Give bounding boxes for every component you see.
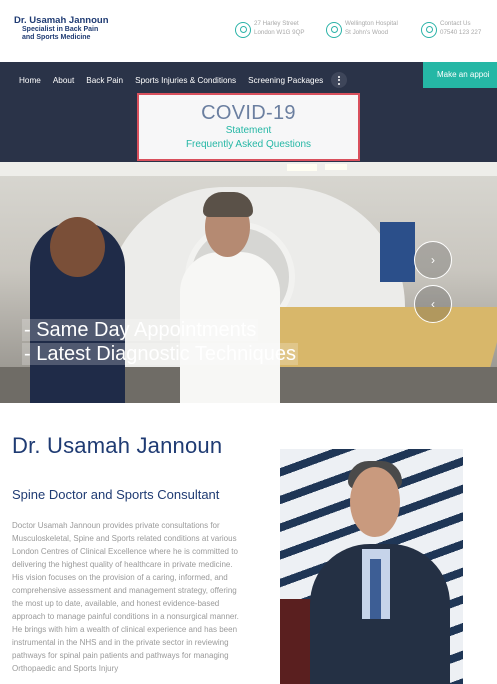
logo-tagline-2: and Sports Medicine [22, 34, 91, 42]
contact-harley-street[interactable]: 27 Harley Street London W1G 9QP [235, 20, 305, 38]
phone-icon [421, 22, 437, 38]
site-header: Dr. Usamah Jannoun Specialist in Back Pa… [0, 0, 497, 62]
more-vertical-icon[interactable] [331, 72, 348, 88]
slideshow-prev-button[interactable]: ‹ [414, 285, 452, 323]
nav-item-back-pain[interactable]: Back Pain [86, 76, 123, 85]
hero-caption-line-2: - Latest Diagnostic Techniques [22, 343, 299, 365]
nav-item-screening-packages[interactable]: Screening Packages [248, 76, 323, 85]
chevron-right-icon: › [431, 253, 435, 267]
doctor-name-heading: Dr. Usamah Jannoun [12, 433, 223, 458]
covid-statement-link[interactable]: Statement [139, 125, 358, 136]
nav-item-about[interactable]: About [53, 76, 74, 85]
hero-caption: - Same Day Appointments - Latest Diagnos… [22, 318, 299, 366]
site-logo[interactable]: Dr. Usamah Jannoun Specialist in Back Pa… [14, 15, 109, 42]
nav-item-sports-injuries[interactable]: Sports Injuries & Conditions [135, 76, 236, 85]
contact-line: 27 Harley Street [254, 20, 299, 27]
doctor-bio: Doctor Usamah Jannoun provides private c… [12, 521, 239, 673]
covid-faq-link[interactable]: Frequently Asked Questions [139, 139, 358, 150]
contact-line: Contact Us [440, 20, 471, 27]
logo-tagline-1: Specialist in Back Pain [22, 26, 99, 34]
doctor-role-subheading: Spine Doctor and Sports Consultant [12, 487, 220, 502]
contact-phone[interactable]: Contact Us 07540 123 227 [421, 20, 481, 38]
contact-wellington-hospital[interactable]: Wellington Hospital St John's Wood [326, 20, 398, 38]
covid-title: COVID-19 [201, 102, 296, 124]
doctor-portrait [280, 449, 463, 684]
nav-item-home[interactable]: Home [19, 76, 41, 85]
hero-slideshow: - Same Day Appointments - Latest Diagnos… [0, 162, 497, 403]
contact-line: St John's Wood [345, 28, 389, 36]
location-pin-icon [235, 22, 251, 38]
contact-line: London W1G 9QP [254, 28, 305, 36]
location-pin-icon [326, 22, 342, 38]
hero-caption-line-1: - Same Day Appointments [22, 319, 259, 341]
slideshow-next-button[interactable]: › [414, 241, 452, 279]
page: Dr. Usamah Jannoun Specialist in Back Pa… [0, 0, 497, 684]
contact-line: Wellington Hospital [345, 20, 398, 27]
chevron-left-icon: ‹ [431, 297, 435, 311]
covid-notice: COVID-19 Statement Frequently Asked Ques… [137, 93, 360, 161]
contact-line: 07540 123 227 [440, 28, 482, 36]
logo-name: Dr. Usamah Jannoun [14, 15, 109, 26]
make-appointment-button[interactable]: Make an appoi [423, 62, 497, 88]
